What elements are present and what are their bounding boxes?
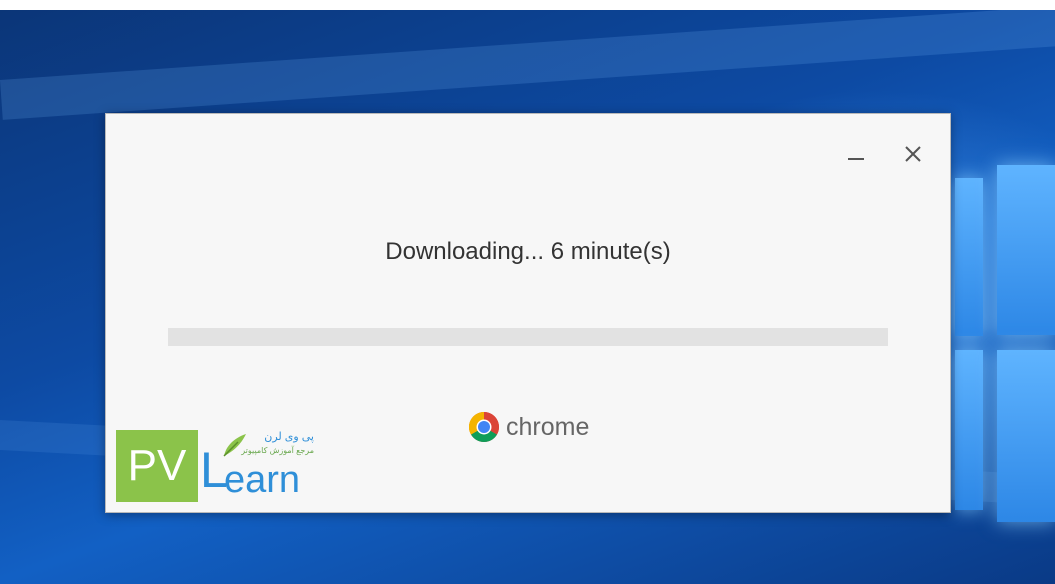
close-button[interactable] (901, 142, 925, 166)
pvlearn-watermark: PV L earn پی وی لرن مرجع آموزش کامپیوتر (116, 430, 318, 502)
download-status-text: Downloading... 6 minute(s) (385, 238, 671, 265)
download-progress-bar (168, 328, 888, 346)
chrome-logo-icon (468, 412, 500, 443)
watermark-pv-text: PV (116, 430, 198, 502)
desktop: Downloading... 6 minute(s) chrome PV L e… (0, 0, 1055, 584)
windows-logo-pane (955, 350, 983, 510)
watermark-earn-text: earn (224, 459, 301, 501)
minimize-button[interactable] (844, 142, 868, 166)
watermark-persian-title: پی وی لرن (264, 431, 314, 443)
windows-logo-pane (955, 178, 983, 336)
screen-top-edge (0, 0, 1055, 10)
chrome-brand-name: chrome (506, 412, 590, 441)
wallpaper-light-beam (0, 3, 1055, 120)
watermark-persian-subtitle: مرجع آموزش کامپیوتر (241, 446, 314, 455)
windows-logo-pane (997, 350, 1055, 522)
windows-logo-pane (997, 165, 1055, 335)
chrome-brand: chrome (468, 410, 589, 444)
minimize-icon (848, 158, 864, 160)
close-icon (905, 146, 921, 162)
